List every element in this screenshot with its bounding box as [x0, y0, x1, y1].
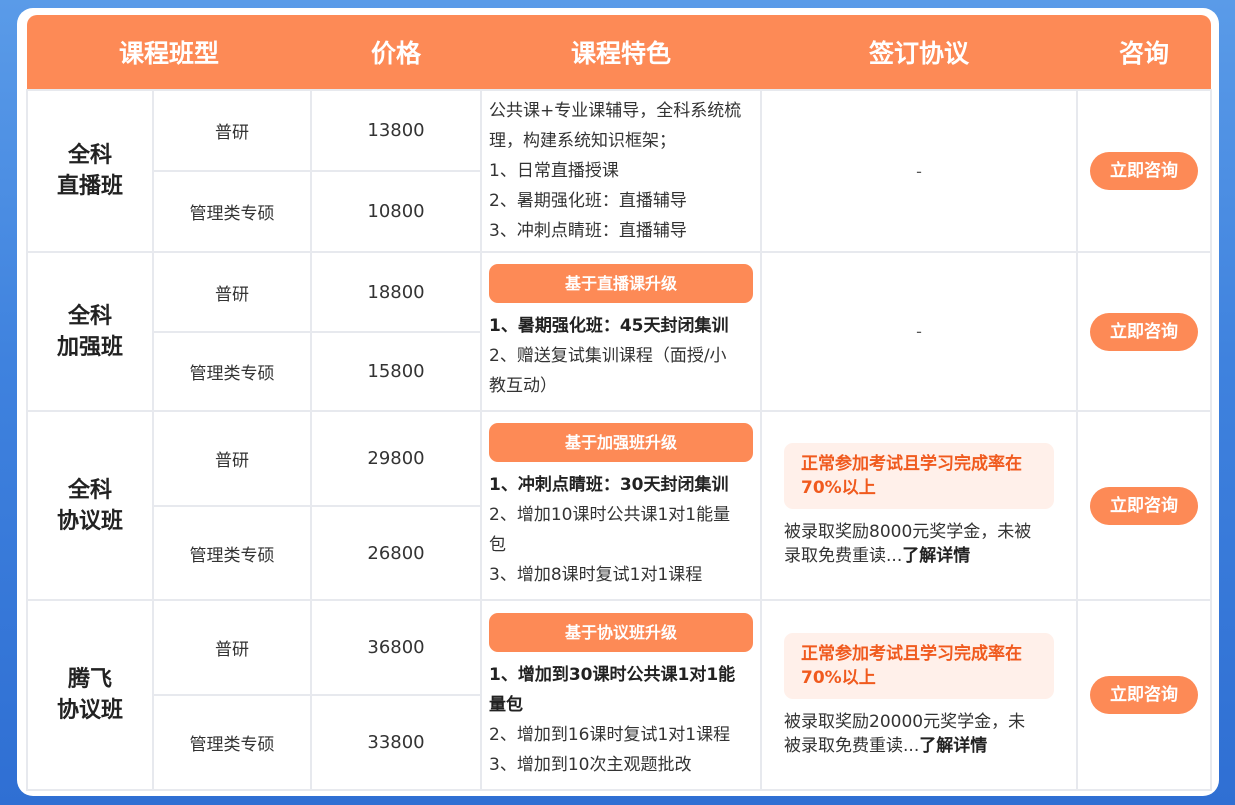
course-name: 全科 协议班 [26, 410, 154, 601]
course-name: 全科 加强班 [26, 251, 154, 412]
course-name: 腾飞 协议班 [26, 599, 154, 791]
course-plan-table: 课程班型 价格 课程特色 签订协议 咨询 全科 直播班 普研 13800 公共课… [26, 15, 1213, 791]
agreement-note: 被录取奖励8000元奖学金，未被 录取免费重读...了解详情 [784, 520, 1054, 568]
consult-now-button[interactable]: 立即咨询 [1090, 676, 1199, 714]
course-name-line: 全科 [67, 303, 112, 329]
table-row: 腾飞 协议班 普研 36800 基于协议班升级 1、增加到30课时公共课1对1能… [26, 599, 1213, 791]
consult-now-button[interactable]: 立即咨询 [1090, 312, 1199, 351]
course-features: 基于协议班升级 1、增加到30课时公共课1对1能 量包 2、增加到16课时复试1… [480, 599, 763, 791]
condition-box: 正常参加考试且学习完成率在 70%以上 [784, 632, 1055, 699]
upgrade-badge: 基于直播课升级 [489, 264, 754, 303]
condition-box: 正常参加考试且学习完成率在 70%以上 [784, 443, 1055, 509]
feature-line: 量包 [489, 694, 524, 715]
sub-type: 普研 [151, 410, 313, 507]
sub-type: 管理类专硕 [151, 331, 313, 412]
header-price: 价格 [311, 15, 482, 90]
header-agreement: 签订协议 [761, 15, 1078, 90]
learn-more-link[interactable]: 了解详情 [902, 546, 970, 566]
feature-line: 1、暑期强化班：45天封闭集训 [489, 316, 729, 336]
course-features: 基于直播课升级 1、暑期强化班：45天封闭集训 2、赠送复试集训课程（面授/小 … [480, 251, 763, 412]
course-features: 基于加强班升级 1、冲刺点睛班：30天封闭集训 2、增加10课时公共课1对1能量… [480, 410, 763, 601]
table-row: 全科 协议班 普研 29800 基于加强班升级 1、冲刺点睛班：30天封闭集训 … [26, 410, 1213, 601]
sub-type: 管理类专硕 [151, 694, 313, 791]
price-value: 33800 [310, 694, 483, 791]
course-name-line: 直播班 [56, 174, 123, 199]
table-row: 全科 直播班 普研 13800 公共课+专业课辅导，全科系统梳 理，构建系统知识… [26, 89, 1213, 253]
note-line: 被录取奖励8000元奖学金，未被 [784, 522, 1032, 542]
price-value: 36800 [310, 599, 483, 696]
agreement-cell: 正常参加考试且学习完成率在 70%以上 被录取奖励20000元奖学金，未 被录取… [760, 599, 1079, 791]
feature-line: 2、赠送复试集训课程（面授/小 [489, 346, 727, 366]
course-name: 全科 直播班 [26, 89, 154, 253]
sub-type: 普研 [151, 89, 313, 172]
course-name-line: 全科 [67, 477, 112, 503]
sub-type: 管理类专硕 [151, 505, 313, 601]
price-value: 26800 [310, 505, 483, 601]
consult-now-button[interactable]: 立即咨询 [1090, 152, 1199, 190]
consult-now-button[interactable]: 立即咨询 [1090, 486, 1199, 525]
table-header-row: 课程班型 价格 课程特色 签订协议 咨询 [27, 15, 1212, 90]
feature-line: 2、增加到16课时复试1对1课程 [489, 724, 731, 745]
course-table-card: 课程班型 价格 课程特色 签订协议 咨询 全科 直播班 普研 13800 公共课… [17, 8, 1219, 796]
course-name-line: 加强班 [56, 334, 123, 360]
course-features: 公共课+专业课辅导，全科系统梳 理，构建系统知识框架； 1、日常直播授课 2、暑… [480, 89, 763, 253]
consult-cell: 立即咨询 [1076, 251, 1213, 412]
course-name-line: 腾飞 [67, 667, 112, 692]
feature-line: 3、冲刺点睛班：直播辅导 [489, 221, 687, 241]
course-name-line: 协议班 [56, 508, 123, 534]
agreement-dash: - [916, 161, 922, 181]
upgrade-badge: 基于加强班升级 [489, 423, 754, 462]
condition-line: 70%以上 [801, 667, 876, 688]
feature-line: 1、冲刺点睛班：30天封闭集训 [489, 475, 729, 495]
note-text: 录取免费重读... [784, 546, 903, 566]
feature-line: 1、日常直播授课 [489, 161, 619, 181]
feature-line: 2、增加10课时公共课1对1能量 [489, 505, 731, 525]
table-row: 全科 加强班 普研 18800 基于直播课升级 1、暑期强化班：45天封闭集训 … [26, 251, 1213, 412]
price-value: 10800 [310, 170, 483, 253]
price-value: 18800 [310, 251, 483, 333]
feature-line: 1、增加到30课时公共课1对1能 [489, 664, 736, 685]
agreement-note: 被录取奖励20000元奖学金，未 被录取免费重读...了解详情 [784, 710, 1054, 758]
sub-type: 普研 [151, 599, 313, 696]
header-course-type: 课程班型 [27, 15, 312, 90]
feature-line: 2、暑期强化班：直播辅导 [489, 191, 687, 211]
feature-line: 3、增加8课时复试1对1课程 [489, 565, 703, 585]
learn-more-link[interactable]: 了解详情 [919, 736, 987, 756]
price-value: 13800 [310, 89, 483, 172]
condition-line: 70%以上 [801, 478, 876, 498]
condition-line: 正常参加考试且学习完成率在 [801, 643, 1023, 664]
upgrade-badge: 基于协议班升级 [489, 612, 754, 652]
note-line: 录取免费重读...了解详情 [784, 544, 1054, 568]
header-consult: 咨询 [1077, 15, 1212, 90]
consult-cell: 立即咨询 [1076, 89, 1213, 253]
feature-line: 理，构建系统知识框架； [489, 131, 677, 151]
course-name-line: 协议班 [56, 698, 123, 723]
header-features: 课程特色 [481, 15, 762, 90]
agreement-cell: 正常参加考试且学习完成率在 70%以上 被录取奖励8000元奖学金，未被 录取免… [760, 410, 1079, 601]
feature-line: 公共课+专业课辅导，全科系统梳 [489, 101, 742, 121]
agreement-cell: - [760, 251, 1079, 412]
note-text: 被录取免费重读... [784, 735, 920, 756]
feature-line: 3、增加到10次主观题批改 [489, 754, 692, 775]
agreement-dash: - [916, 322, 922, 341]
sub-type: 普研 [151, 251, 313, 333]
note-line: 被录取免费重读...了解详情 [784, 734, 1054, 758]
sub-type: 管理类专硕 [151, 170, 313, 253]
feature-line: 包 [489, 535, 507, 555]
consult-cell: 立即咨询 [1076, 410, 1213, 601]
price-value: 29800 [310, 410, 483, 507]
agreement-cell: - [760, 89, 1079, 253]
feature-line: 教互动） [489, 376, 558, 396]
price-value: 15800 [310, 331, 483, 412]
note-line: 被录取奖励20000元奖学金，未 [784, 711, 1026, 732]
course-name-line: 全科 [67, 143, 112, 168]
condition-line: 正常参加考试且学习完成率在 [801, 454, 1023, 474]
consult-cell: 立即咨询 [1076, 599, 1213, 791]
